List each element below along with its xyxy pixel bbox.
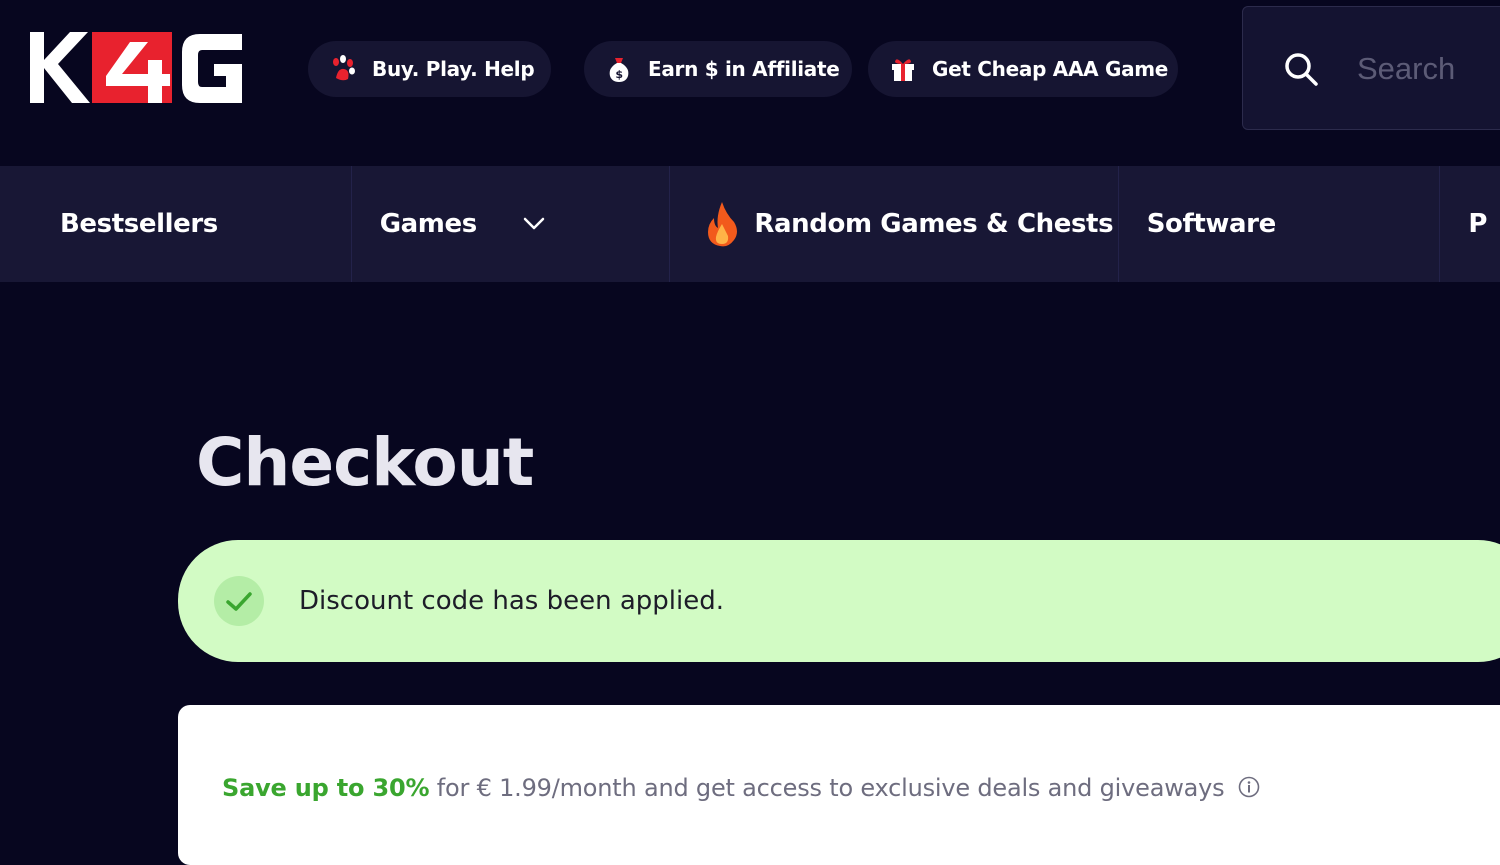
k4g-logo[interactable]: .COM — [30, 30, 245, 105]
nav-item-label: Bestsellers — [60, 209, 218, 239]
info-icon[interactable] — [1238, 776, 1260, 798]
paw-icon — [328, 54, 358, 84]
money-bag-icon: $ — [604, 54, 634, 84]
cheap-aaa-game-link[interactable]: Get Cheap AAA Game — [868, 41, 1178, 97]
chevron-down-icon[interactable] — [521, 211, 547, 237]
nav-item-random-games[interactable]: Random Games & Chests — [670, 166, 1119, 282]
promo-description: for € 1.99/month and get access to exclu… — [429, 774, 1225, 802]
fire-icon — [708, 202, 738, 247]
nav-item-bestsellers[interactable]: Bestsellers — [0, 166, 352, 282]
search-icon[interactable] — [1283, 51, 1319, 87]
pill-label: Earn $ in Affiliate — [648, 57, 840, 81]
pill-label: Buy. Play. Help — [372, 57, 535, 81]
affiliate-link[interactable]: $ Earn $ in Affiliate — [584, 41, 852, 97]
nav-item-label: Software — [1146, 209, 1277, 239]
promo-text: Save up to 30% for € 1.99/month and get … — [222, 771, 1260, 805]
logo-suffix: .COM — [208, 35, 237, 47]
nav-item-label: P — [1468, 209, 1488, 239]
pill-label: Get Cheap AAA Game — [932, 57, 1169, 81]
main-nav: Bestsellers Games Random Games & Chests … — [0, 166, 1500, 282]
nav-item-partial[interactable]: P — [1440, 166, 1500, 282]
promo-highlight: Save up to 30% — [222, 774, 430, 802]
nav-item-label: Random Games & Chests — [754, 209, 1114, 239]
discount-applied-alert: Discount code has been applied. — [178, 540, 1500, 662]
search-box[interactable] — [1242, 6, 1500, 130]
search-input[interactable] — [1355, 47, 1500, 91]
check-icon — [214, 576, 264, 626]
nav-item-games[interactable]: Games — [352, 166, 671, 282]
nav-item-label: Games — [379, 209, 477, 239]
alert-message: Discount code has been applied. — [299, 586, 724, 616]
svg-text:$: $ — [615, 68, 622, 81]
nav-item-software[interactable]: Software — [1119, 166, 1441, 282]
page-title: Checkout — [196, 424, 534, 501]
top-header: .COM Buy. Play. Help $ Earn $ in Affilia… — [0, 0, 1500, 166]
gift-icon — [888, 54, 918, 84]
buy-play-help-link[interactable]: Buy. Play. Help — [308, 41, 551, 97]
subscription-promo-card: Save up to 30% for € 1.99/month and get … — [178, 705, 1500, 865]
